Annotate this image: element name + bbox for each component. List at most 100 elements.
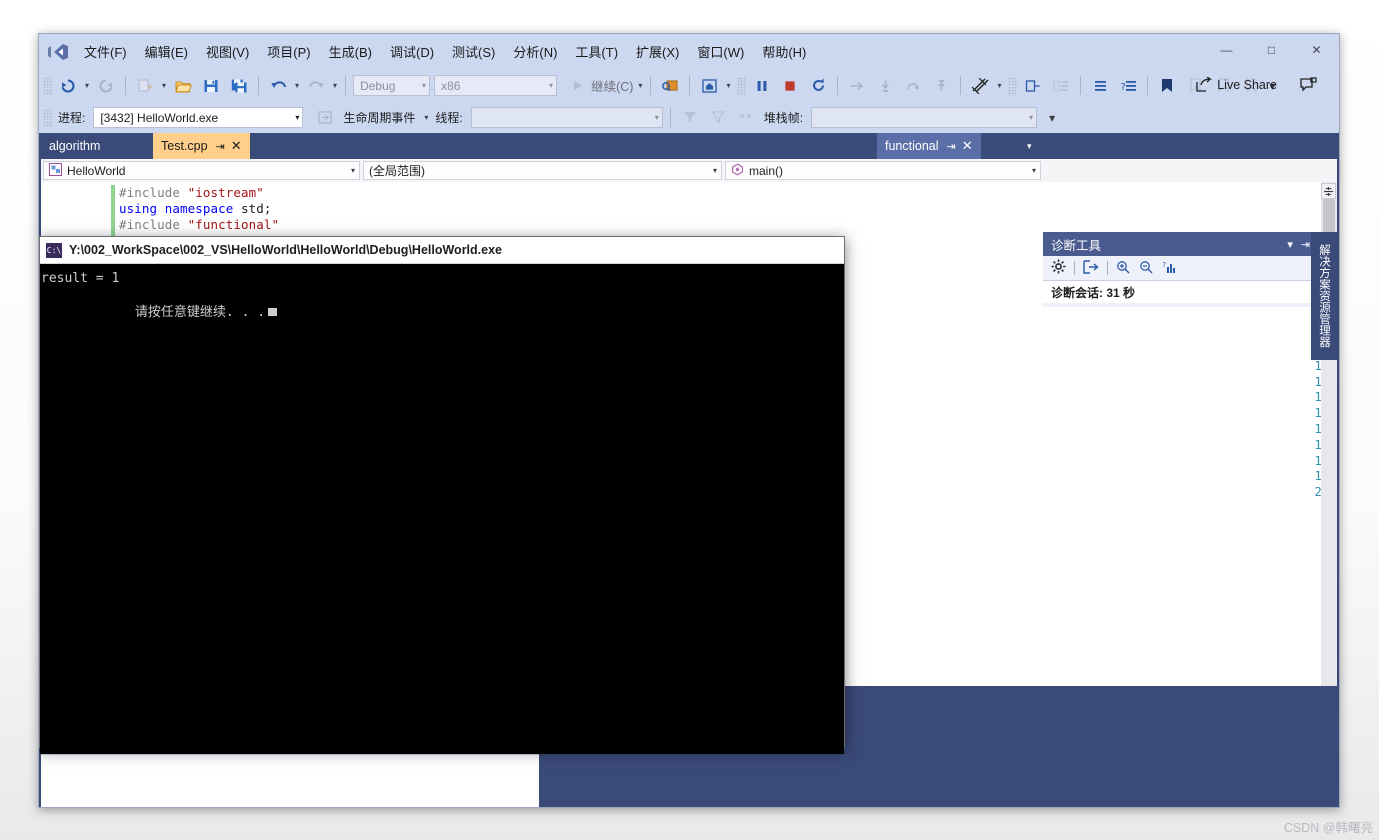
- menu-item-file[interactable]: 文件(F): [75, 38, 136, 65]
- step-over-button[interactable]: [899, 75, 927, 97]
- save-button[interactable]: [197, 75, 225, 97]
- find-symbol-results-list[interactable]: [41, 755, 539, 807]
- window-menu-icon[interactable]: ▾: [1283, 238, 1297, 251]
- toolbar-grip[interactable]: [43, 76, 52, 95]
- flag-threads-button[interactable]: [704, 107, 732, 129]
- close-tab-icon[interactable]: ✕: [962, 138, 973, 154]
- thread-select[interactable]: ▾: [470, 107, 663, 128]
- hot-reload-button[interactable]: [695, 75, 723, 97]
- editor-tab-algorithm[interactable]: algorithm: [41, 133, 167, 159]
- decrease-indent-button[interactable]: ?: [1114, 75, 1142, 97]
- menu-item-debug[interactable]: 调试(D): [381, 38, 443, 65]
- redo-button[interactable]: [302, 75, 330, 97]
- solution-platform-select[interactable]: x86 ▾: [434, 75, 558, 96]
- menu-item-tools[interactable]: 工具(T): [566, 38, 627, 65]
- zoom-out-icon[interactable]: [1139, 260, 1154, 277]
- console-window[interactable]: C:\ Y:\002_WorkSpace\002_VS\HelloWorld\H…: [39, 236, 845, 754]
- live-share-icon: [1196, 77, 1213, 92]
- toolbar-grip[interactable]: [1008, 76, 1018, 95]
- close-button[interactable]: ✕: [1294, 34, 1339, 65]
- menu-item-edit[interactable]: 编辑(E): [136, 38, 197, 65]
- type-scope-select[interactable]: (全局范围) ▾: [363, 161, 722, 180]
- process-select[interactable]: [3432] HelloWorld.exe ▾: [93, 107, 304, 128]
- increase-indent-button[interactable]: [1086, 75, 1114, 97]
- step-into-button[interactable]: [871, 75, 899, 97]
- export-session-icon[interactable]: [1083, 259, 1099, 277]
- menu-item-window[interactable]: 窗口(W): [688, 38, 753, 65]
- navigate-backward-dropdown-icon[interactable]: ▾: [82, 81, 92, 90]
- menu-item-analyze[interactable]: 分析(N): [504, 38, 566, 65]
- zoom-in-icon[interactable]: [1116, 260, 1131, 277]
- pin-tab-icon[interactable]: ⇥: [216, 140, 225, 153]
- new-project-button[interactable]: [131, 75, 159, 97]
- toolbar-grip[interactable]: [43, 108, 52, 127]
- navigate-backward-button[interactable]: [54, 75, 82, 97]
- continue-dropdown-icon[interactable]: ▾: [635, 81, 645, 90]
- tab-list-dropdown-button[interactable]: ▾: [1023, 133, 1036, 159]
- diagnostic-session-label: 诊断会话: 31 秒: [1043, 281, 1337, 303]
- minimize-button[interactable]: —: [1204, 34, 1249, 65]
- stack-frame-select[interactable]: ▾: [811, 107, 1038, 128]
- method-icon: [731, 163, 744, 179]
- toolbar-separator: [1107, 261, 1108, 275]
- code-line[interactable]: #include "functional": [119, 217, 279, 232]
- undo-button[interactable]: [264, 75, 292, 97]
- code-line[interactable]: using namespace std;: [119, 201, 272, 216]
- diagnostic-tools-dropdown-icon[interactable]: ▾: [994, 75, 1004, 97]
- console-output[interactable]: result = 1 请按任意键继续. . .: [40, 264, 844, 754]
- member-scope-select[interactable]: main() ▾: [725, 161, 1041, 180]
- debug-toolbar-overflow-button[interactable]: ▾: [1045, 111, 1059, 125]
- editor-tab-test-cpp[interactable]: Test.cpp ⇥ ✕: [153, 133, 250, 159]
- undo-dropdown-icon[interactable]: ▾: [292, 81, 302, 90]
- restart-debugging-button[interactable]: [804, 75, 832, 97]
- console-line: result = 1: [41, 271, 120, 286]
- redo-dropdown-icon[interactable]: ▾: [330, 81, 340, 90]
- save-all-button[interactable]: [225, 75, 253, 97]
- diagnostic-tools-button[interactable]: [966, 75, 994, 97]
- filter-threads-button[interactable]: [676, 107, 704, 129]
- hot-reload-dropdown-icon[interactable]: ▾: [723, 75, 733, 97]
- toolbar-grip[interactable]: [737, 76, 747, 95]
- solution-explorer-autohide-tab[interactable]: 解决方案资源管理器: [1311, 232, 1337, 360]
- lifecycle-events-button[interactable]: [311, 107, 339, 129]
- unflag-threads-button[interactable]: [732, 107, 760, 129]
- settings-gear-icon[interactable]: [1051, 259, 1066, 277]
- split-editor-button[interactable]: [1321, 183, 1336, 199]
- navigate-forward-button[interactable]: [92, 75, 120, 97]
- editor-tab-functional[interactable]: functional ⇥ ✕: [877, 133, 981, 159]
- break-all-button[interactable]: [748, 75, 776, 97]
- toolbar-separator: [1074, 261, 1075, 275]
- send-feedback-button[interactable]: [1300, 77, 1317, 96]
- toggle-outlining-button[interactable]: [1019, 75, 1047, 97]
- attach-to-process-button[interactable]: [656, 75, 684, 97]
- code-line[interactable]: #include "iostream": [119, 185, 264, 200]
- editor-tab-strip: algorithm Test.cpp ⇥ ✕ functional ⇥ ✕ ▾: [41, 133, 1337, 159]
- menu-item-extensions[interactable]: 扩展(X): [627, 38, 688, 65]
- chevron-down-icon: ▾: [1029, 113, 1034, 122]
- menu-item-view[interactable]: 视图(V): [197, 38, 258, 65]
- new-project-dropdown-icon[interactable]: ▾: [159, 81, 169, 90]
- show-next-statement-button[interactable]: [843, 75, 871, 97]
- menu-item-test[interactable]: 测试(S): [443, 38, 504, 65]
- continue-run-button[interactable]: [563, 75, 591, 97]
- feedback-icon: [1300, 77, 1317, 92]
- toolbar-separator: [837, 76, 839, 95]
- lifecycle-dropdown-icon[interactable]: ▾: [421, 113, 431, 122]
- solution-configuration-select[interactable]: Debug ▾: [353, 75, 431, 96]
- close-tab-icon[interactable]: ✕: [231, 138, 242, 154]
- menu-item-help[interactable]: 帮助(H): [753, 38, 815, 65]
- toolbar-separator: [258, 76, 260, 95]
- open-file-button[interactable]: [169, 75, 197, 97]
- live-share-button[interactable]: Live Share: [1196, 77, 1277, 92]
- menu-item-build[interactable]: 生成(B): [320, 38, 381, 65]
- project-scope-select[interactable]: HelloWorld ▾: [43, 161, 360, 180]
- watermark: CSDN @韩曙亮: [1283, 821, 1373, 835]
- stop-debugging-button[interactable]: [776, 75, 804, 97]
- maximize-button[interactable]: □: [1249, 34, 1294, 65]
- comment-selection-button[interactable]: [1047, 75, 1075, 97]
- menu-item-project[interactable]: 项目(P): [258, 38, 319, 65]
- toggle-bookmark-button[interactable]: [1153, 75, 1181, 97]
- pin-tab-icon[interactable]: ⇥: [947, 140, 956, 153]
- step-out-button[interactable]: [927, 75, 955, 97]
- select-chart-icon[interactable]: ?: [1162, 260, 1177, 277]
